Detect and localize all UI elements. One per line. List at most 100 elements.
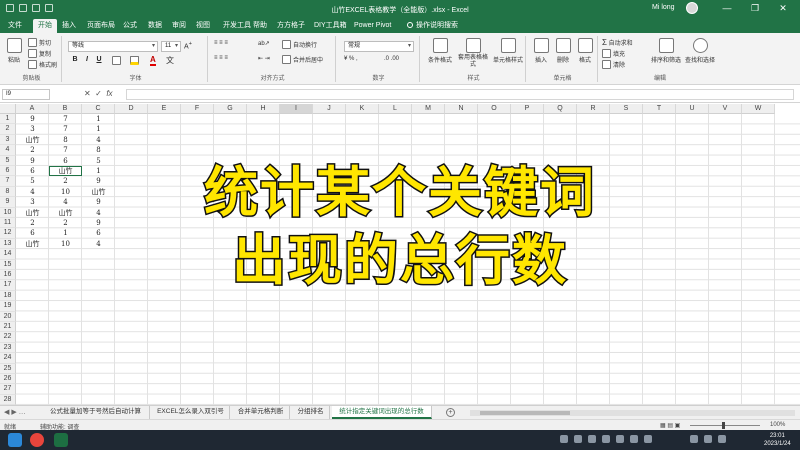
cell-styles-button[interactable]: 单元格样式 <box>492 38 524 64</box>
column-header[interactable]: Q <box>544 104 577 114</box>
sheet-tab[interactable]: EXCEL怎么录入双引号 <box>152 406 230 419</box>
row-header[interactable]: 3 <box>0 134 16 146</box>
column-header[interactable]: S <box>610 104 643 114</box>
windows-start-icon[interactable] <box>8 433 22 447</box>
paste-button[interactable]: 粘贴 <box>6 38 22 64</box>
table-cell[interactable]: 山竹 <box>16 135 49 145</box>
close-button[interactable]: ✕ <box>772 0 794 17</box>
row-header[interactable]: 21 <box>0 322 16 333</box>
column-header[interactable]: B <box>49 104 82 114</box>
table-cell[interactable]: 4 <box>82 135 115 145</box>
row-header[interactable]: 22 <box>0 332 16 343</box>
tray-icon[interactable] <box>644 435 652 443</box>
clear-button[interactable]: 清除 <box>602 60 625 69</box>
indent-icon[interactable]: ⇤ ⇥ <box>258 55 270 62</box>
cancel-icon[interactable]: ✕ <box>84 89 91 98</box>
column-header[interactable]: E <box>148 104 181 114</box>
volume-icon[interactable] <box>704 435 712 443</box>
tray-icon[interactable] <box>588 435 596 443</box>
italic-button[interactable]: I <box>82 56 92 63</box>
column-header[interactable]: V <box>709 104 742 114</box>
select-all-corner[interactable] <box>0 104 16 114</box>
excel-icon[interactable] <box>54 433 68 447</box>
tray-icon[interactable] <box>574 435 582 443</box>
column-header[interactable]: N <box>445 104 478 114</box>
table-cell[interactable]: 8 <box>82 145 115 155</box>
column-header[interactable]: O <box>478 104 511 114</box>
user-name[interactable]: Mi long <box>652 4 675 11</box>
currency-icon[interactable]: ¥ % , <box>344 56 358 62</box>
row-header[interactable]: 1 <box>0 114 16 125</box>
avatar[interactable] <box>686 2 698 14</box>
tab-7[interactable]: 视图 <box>191 19 215 33</box>
chrome-icon[interactable] <box>30 433 44 447</box>
row-header[interactable]: 20 <box>0 311 16 322</box>
row-header[interactable]: 28 <box>0 394 16 405</box>
sort-filter-button[interactable]: 排序和筛选 <box>650 38 682 64</box>
align-left-icon[interactable]: ≡ ≡ ≡ <box>214 55 228 61</box>
sheet-tab[interactable]: 统计指定关键词出现的总行数 <box>332 406 432 419</box>
table-cell[interactable]: 3 <box>16 124 49 134</box>
table-cell[interactable]: 7 <box>49 114 82 124</box>
tab-11[interactable]: DIY工具箱 <box>309 19 352 33</box>
zoom-knob[interactable] <box>722 422 725 429</box>
column-header[interactable]: F <box>181 104 214 114</box>
table-cell[interactable]: 2 <box>16 145 49 155</box>
column-header[interactable]: P <box>511 104 544 114</box>
column-header[interactable]: A <box>16 104 49 114</box>
tray-icon[interactable] <box>630 435 638 443</box>
wrap-text-button[interactable]: 自动换行 <box>282 40 317 49</box>
row-header[interactable]: 27 <box>0 384 16 395</box>
fill-button[interactable]: 填充 <box>602 49 625 58</box>
restore-button[interactable]: ❐ <box>744 0 766 17</box>
find-select-button[interactable]: 查找和选择 <box>684 38 716 64</box>
table-cell[interactable]: 1 <box>82 124 115 134</box>
add-sheet-button[interactable]: + <box>446 408 455 417</box>
column-header[interactable]: H <box>247 104 280 114</box>
number-format-select[interactable]: 常规 ▾ <box>344 41 414 52</box>
row-header[interactable]: 24 <box>0 353 16 364</box>
table-cell[interactable]: 9 <box>16 114 49 124</box>
tab-0[interactable]: 文件 <box>3 19 27 33</box>
column-header[interactable]: L <box>379 104 412 114</box>
sheet-tab[interactable]: 分组排名 <box>292 406 330 419</box>
minimize-button[interactable]: — <box>716 0 738 17</box>
formula-input[interactable] <box>126 89 794 100</box>
ime-icon[interactable] <box>718 435 726 443</box>
enter-icon[interactable]: ✓ <box>95 89 102 98</box>
autosum-button[interactable]: Σ 自动求和 <box>602 38 633 47</box>
sheet-tab[interactable]: 公式批量加等于号然后自动计算 <box>42 406 150 419</box>
borders-button[interactable] <box>112 56 123 65</box>
fill-color-button[interactable] <box>130 56 141 65</box>
row-header[interactable]: 19 <box>0 301 16 312</box>
table-cell[interactable]: 7 <box>49 145 82 155</box>
format-as-table-button[interactable]: 套用表格格式 <box>456 38 490 69</box>
format-painter-button[interactable]: 格式刷 <box>28 60 57 69</box>
name-box[interactable]: I9 <box>2 89 50 100</box>
underline-button[interactable]: U <box>94 56 104 63</box>
format-cells-button[interactable]: 格式 <box>574 38 596 64</box>
column-header[interactable]: C <box>82 104 115 114</box>
tab-2[interactable]: 插入 <box>57 19 81 33</box>
row-header[interactable]: 4 <box>0 145 16 156</box>
column-header[interactable]: M <box>412 104 445 114</box>
grow-font-button[interactable]: A+ <box>184 41 192 50</box>
column-header[interactable]: T <box>643 104 676 114</box>
copy-button[interactable]: 复制 <box>28 49 51 58</box>
tab-3[interactable]: 页面布局 <box>82 19 120 33</box>
phonetic-button[interactable]: 文 <box>166 55 174 66</box>
tab-4[interactable]: 公式 <box>118 19 142 33</box>
column-header[interactable]: R <box>577 104 610 114</box>
insert-cells-button[interactable]: 插入 <box>530 38 552 64</box>
sheet-tab[interactable]: 合并单元格判断 <box>232 406 290 419</box>
tab-6[interactable]: 审阅 <box>167 19 191 33</box>
font-color-button[interactable]: A <box>150 55 156 66</box>
font-size-select[interactable]: 11 ▾ <box>161 41 181 52</box>
horizontal-scrollbar[interactable] <box>470 410 795 416</box>
column-header[interactable]: K <box>346 104 379 114</box>
decimal-icon[interactable]: .0 .00 <box>384 56 399 62</box>
table-cell[interactable]: 8 <box>49 135 82 145</box>
conditional-format-button[interactable]: 条件格式 <box>424 38 456 64</box>
tray-icon[interactable] <box>560 435 568 443</box>
tab-10[interactable]: 方方格子 <box>272 19 310 33</box>
